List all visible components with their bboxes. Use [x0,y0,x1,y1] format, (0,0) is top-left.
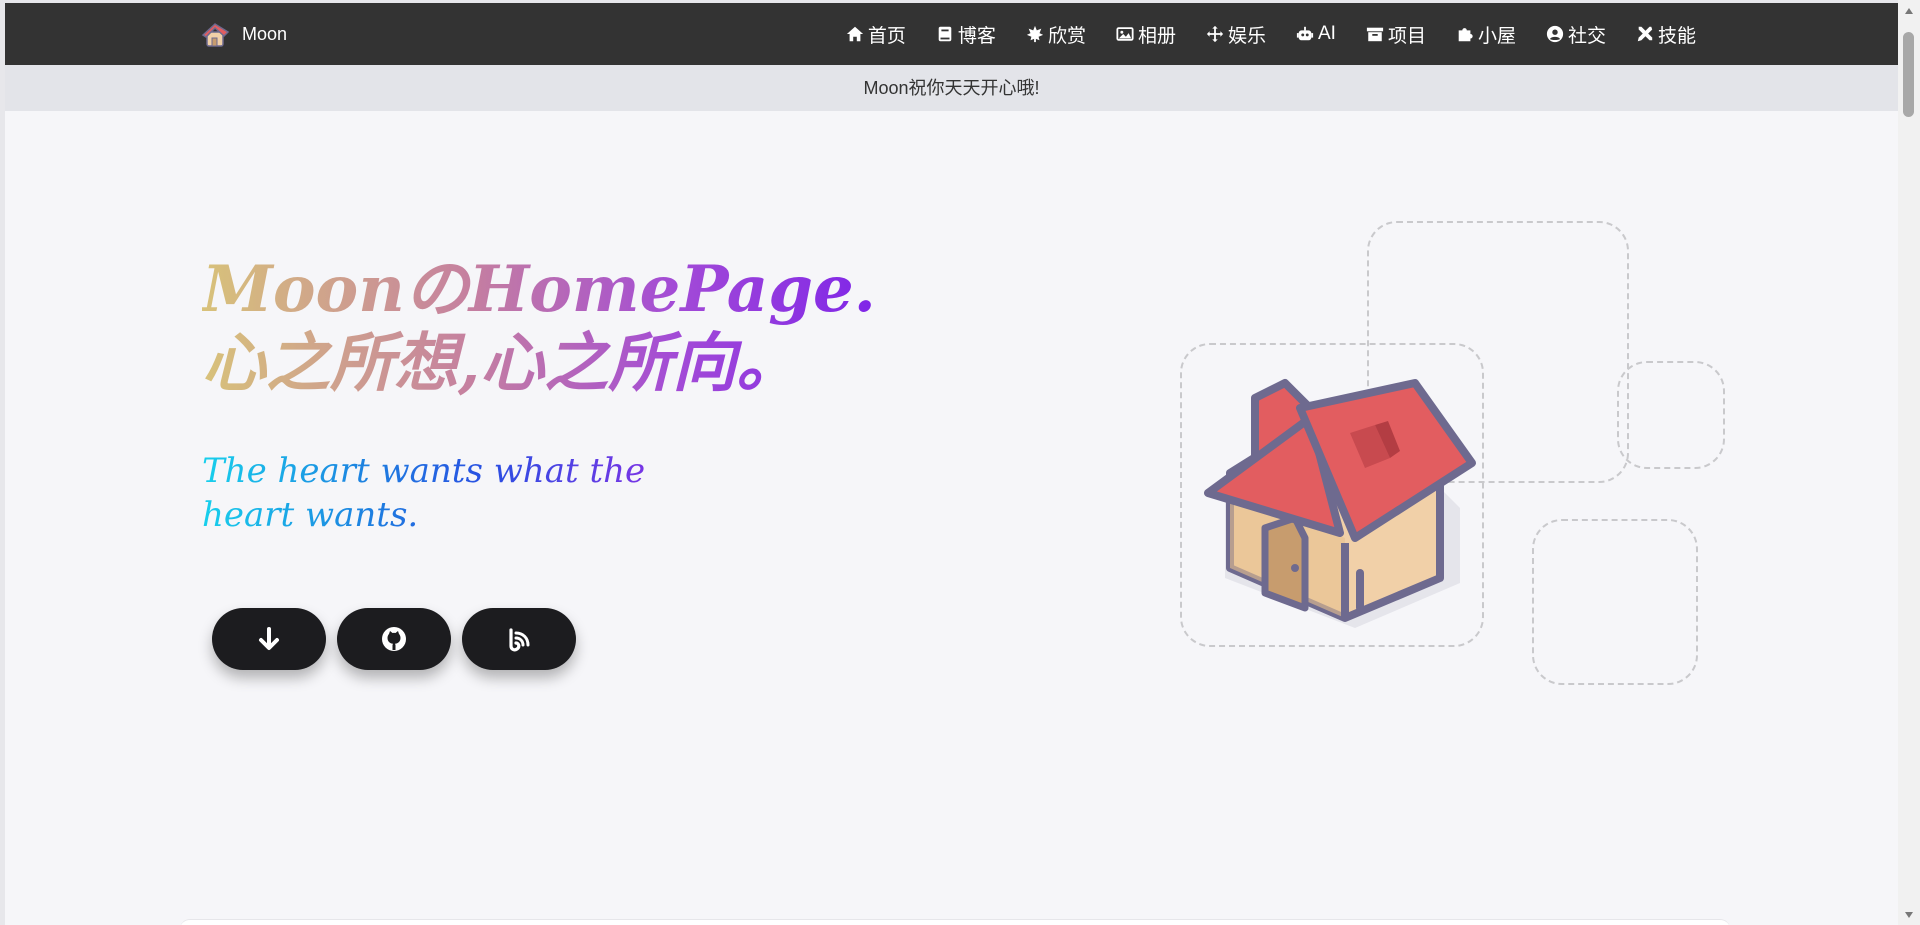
nav-item-home[interactable]: 首页 [846,21,906,48]
github-button[interactable] [337,608,451,670]
main-nav: 首页 博客 欣赏 相册 娱乐 AI 项目 小屋 社交 技能 [846,3,1696,65]
nav-item-blog[interactable]: 博客 [936,21,996,48]
nav-item-album[interactable]: 相册 [1116,21,1176,48]
content-card-top [180,919,1730,925]
robot-icon [1296,26,1314,41]
hero-title-line-2: 心之所想,心之所向。 [202,326,801,401]
arrow-down-icon [259,627,279,650]
decorative-frame [1617,361,1725,469]
hero-buttons [212,608,576,670]
nav-item-skills[interactable]: 技能 [1636,21,1696,48]
nav-item-projects[interactable]: 项目 [1366,21,1426,48]
move-icon [1206,25,1224,43]
nav-item-ai[interactable]: AI [1296,23,1336,45]
archive-icon [1366,27,1384,42]
vertical-scrollbar[interactable] [1898,0,1920,925]
nav-label: 博客 [957,25,996,47]
brand-name: Moon [242,23,288,44]
tools-icon [1637,26,1653,42]
rss-icon [509,628,530,652]
nav-label: AI [1317,23,1336,44]
nav-label: 相册 [1137,25,1176,47]
page: Moon 首页 博客 欣赏 相册 娱乐 AI 项目 小屋 社交 技能 Moon祝… [5,3,1898,925]
home-icon [846,26,864,42]
nav-label: 欣赏 [1047,25,1086,47]
nav-item-social[interactable]: 社交 [1546,21,1606,48]
house-icon [201,23,230,47]
hero-title: MoonのHomePage. 心之所想,心之所向。 [202,253,876,401]
hero-text: MoonのHomePage. 心之所想,心之所向。 The heart want… [202,253,902,537]
nav-item-cabin[interactable]: 小屋 [1456,21,1516,48]
book-icon [938,26,952,42]
blog-feed-button[interactable] [462,608,576,670]
nav-label: 小屋 [1477,25,1516,47]
brand-link[interactable]: Moon [200,18,287,50]
notice-bar: Moon祝你天天开心哦! [5,65,1898,111]
image-icon [1116,27,1134,41]
navbar: Moon 首页 博客 欣赏 相册 娱乐 AI 项目 小屋 社交 技能 [5,3,1898,65]
scroll-up-arrow-icon[interactable] [1904,6,1914,16]
nav-label: 娱乐 [1227,25,1266,47]
scroll-down-button[interactable] [212,608,326,670]
nav-item-entertainment[interactable]: 娱乐 [1206,21,1266,48]
hero-subtitle: The heart wants what the heart wants. [202,449,682,537]
nav-label: 首页 [867,25,906,47]
user-circle-icon [1546,25,1564,43]
nav-item-appreciate[interactable]: 欣赏 [1026,21,1086,48]
house-illustration [1204,379,1476,628]
leaf-icon [1026,25,1044,43]
hero-title-line-1: MoonのHomePage. [202,252,876,327]
github-icon [382,627,406,651]
scrollbar-thumb[interactable] [1903,32,1914,117]
puzzle-icon [1458,28,1473,42]
nav-label: 社交 [1567,25,1606,47]
nav-label: 项目 [1387,25,1426,47]
nav-label: 技能 [1657,25,1696,47]
notice-text: Moon祝你天天开心哦! [863,78,1040,98]
decorative-frame [1532,519,1698,685]
scroll-down-arrow-icon[interactable] [1904,910,1914,920]
